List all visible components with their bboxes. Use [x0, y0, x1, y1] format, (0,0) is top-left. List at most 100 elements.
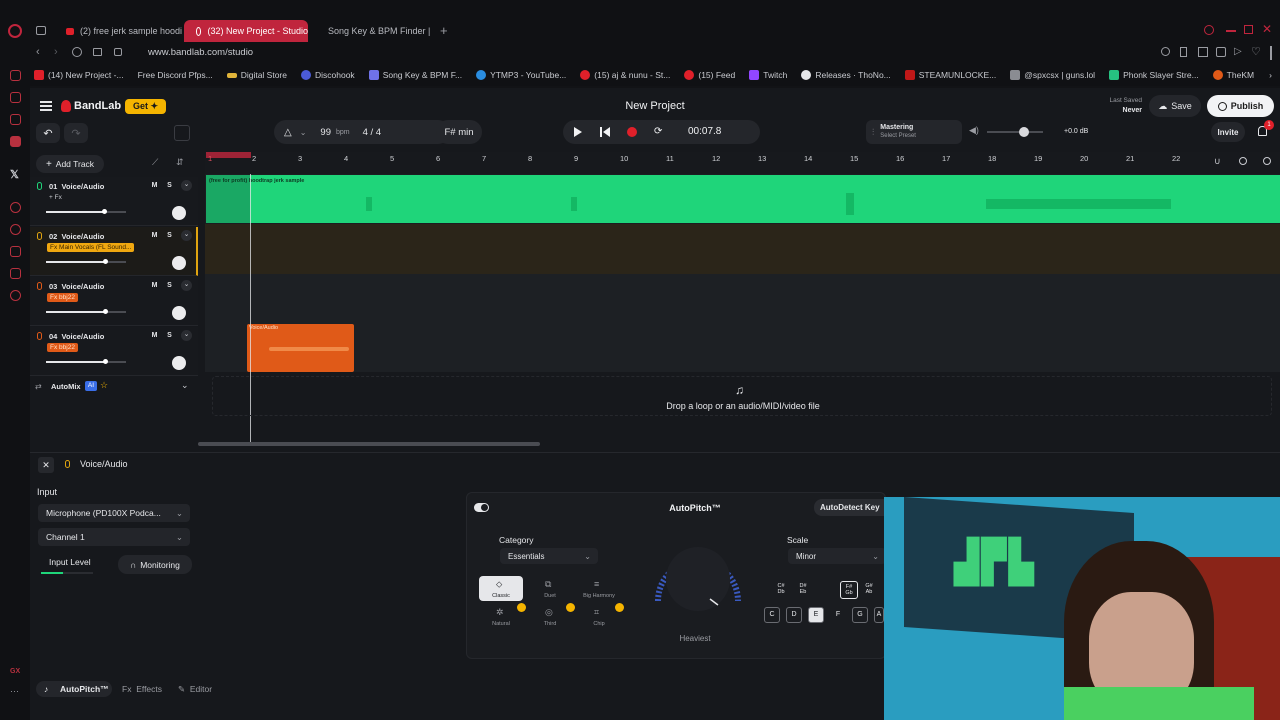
tab-songkey[interactable]: Song Key & BPM Finder | T: [310, 20, 432, 42]
bookmark-12[interactable]: Phonk Slayer Stre...: [1109, 70, 1199, 80]
bookmark-6[interactable]: (15) aj & nunu - St...: [580, 70, 670, 80]
bookmark-11[interactable]: @spxcsx | guns.lol: [1010, 70, 1095, 80]
lane-04[interactable]: [205, 324, 1280, 372]
sidebar-gx-label[interactable]: GX: [10, 668, 20, 675]
undo-button[interactable]: ↶: [36, 123, 60, 143]
volume-handle[interactable]: [101, 209, 107, 214]
audio-clip-sample[interactable]: (free for profit) hoodtrap jerk sample: [206, 175, 1280, 223]
volume-slider[interactable]: [46, 359, 126, 364]
track-chevron-icon[interactable]: ⌄: [181, 230, 192, 241]
track-chevron-icon[interactable]: ⌄: [181, 280, 192, 291]
sidebar-player-icon[interactable]: [10, 202, 21, 213]
skip-back-icon[interactable]: [600, 127, 602, 137]
solo-button[interactable]: S: [164, 332, 175, 342]
add-track-button[interactable]: + Add Track: [36, 155, 104, 173]
bookmark-7[interactable]: (15) Feed: [684, 70, 735, 80]
invite-button[interactable]: Invite: [1211, 122, 1245, 142]
volume-slider[interactable]: [46, 209, 126, 214]
page-icon[interactable]: [93, 48, 102, 56]
zoom-in-icon[interactable]: [1263, 157, 1271, 165]
reload-icon[interactable]: [72, 47, 82, 57]
mute-button[interactable]: M: [149, 332, 160, 342]
channel-dropdown[interactable]: Channel 1 ⌄: [38, 528, 190, 546]
time-display[interactable]: 00:07.8: [688, 126, 721, 137]
url-text[interactable]: www.bandlab.com/studio: [148, 47, 253, 58]
bookmark-1[interactable]: Free Discord Pfps...: [138, 70, 213, 80]
solo-button[interactable]: S: [164, 282, 175, 292]
heaviness-knob[interactable]: [646, 539, 750, 619]
bookmark-13[interactable]: TheKM: [1212, 70, 1254, 80]
solo-button[interactable]: S: [164, 232, 175, 242]
key-a[interactable]: A: [874, 607, 884, 623]
loop-region[interactable]: [206, 152, 251, 158]
lane-03[interactable]: [205, 274, 1280, 324]
maximize-icon[interactable]: [1244, 25, 1253, 34]
bookmark-5[interactable]: YTMP3 - YouTube...: [476, 70, 566, 80]
favorite-icon[interactable]: ♡: [1251, 45, 1261, 58]
pan-knob[interactable]: [172, 306, 186, 320]
brand-name[interactable]: BandLab: [74, 100, 121, 112]
snapshot-icon[interactable]: [1198, 47, 1208, 57]
zoom-out-icon[interactable]: [1239, 157, 1247, 165]
pan-knob[interactable]: [172, 256, 186, 270]
option-classic[interactable]: ⬦ Classic: [479, 576, 523, 601]
get-membership-button[interactable]: Get ✦: [125, 99, 167, 114]
bookmarks-more-icon[interactable]: ›: [1269, 70, 1272, 80]
key-g[interactable]: G: [852, 607, 868, 623]
bookmark-0[interactable]: (14) New Project -...: [34, 70, 124, 80]
pan-knob[interactable]: [172, 206, 186, 220]
sidebar-download-icon[interactable]: [10, 246, 21, 257]
player-icon[interactable]: ▷: [1234, 46, 1242, 57]
loop-button[interactable]: ⟳: [654, 126, 662, 137]
back-icon[interactable]: ‹: [36, 46, 40, 58]
metronome-chevron-icon[interactable]: ⌄: [300, 128, 307, 137]
bookmark-10[interactable]: STEAMUNLOCKE...: [904, 70, 996, 80]
key-c[interactable]: C: [764, 607, 780, 623]
close-window-icon[interactable]: ✕: [1262, 22, 1272, 36]
easy-setup-icon[interactable]: [1270, 46, 1272, 60]
volume-handle[interactable]: [103, 309, 109, 314]
key-d[interactable]: D: [786, 607, 802, 623]
key-c-sharp[interactable]: C# Db: [774, 583, 788, 595]
fx-tag[interactable]: Fx bbj22: [47, 293, 78, 302]
horizontal-scrollbar[interactable]: [198, 442, 540, 446]
metronome-icon[interactable]: △: [284, 127, 292, 138]
sidebar-messenger-icon[interactable]: [10, 114, 21, 125]
bookmark-icon[interactable]: [1180, 47, 1187, 57]
audio-clip-vocal[interactable]: Voice/Audio: [247, 324, 354, 372]
key-f[interactable]: F: [830, 607, 846, 623]
sidebar-extensions-icon[interactable]: [10, 268, 21, 279]
option-duet[interactable]: ⧉ Duet: [528, 576, 572, 601]
redo-button[interactable]: ↷: [64, 123, 88, 143]
bookmark-4[interactable]: Song Key & BPM F...: [368, 70, 462, 80]
bandlab-logo-icon[interactable]: [61, 100, 71, 112]
track-01[interactable]: 01 Voice/Audio + Fx M S ⌄: [30, 177, 198, 226]
bpm-value[interactable]: 99: [320, 127, 331, 138]
time-signature[interactable]: 4 / 4: [363, 127, 382, 138]
track-chevron-icon[interactable]: ⌄: [181, 180, 192, 191]
track-03[interactable]: 03 Voice/Audio Fx bbj22 M S ⌄: [30, 277, 198, 326]
fx-tag[interactable]: Fx Main Vocals (FL Sound...: [47, 243, 135, 252]
master-volume-slider[interactable]: [987, 131, 1043, 133]
menu-icon[interactable]: [40, 101, 52, 111]
bookmark-2[interactable]: Digital Store: [226, 70, 287, 80]
key-g-sharp[interactable]: G# Ab: [862, 583, 876, 595]
solo-button[interactable]: S: [164, 182, 175, 192]
volume-handle[interactable]: [103, 359, 109, 364]
opera-logo-icon[interactable]: [8, 24, 22, 38]
search-tabs-icon[interactable]: [1204, 25, 1214, 35]
autodetect-key-button[interactable]: AutoDetect Key: [814, 499, 886, 516]
skip-back-button[interactable]: [603, 127, 610, 137]
keyboard-icon[interactable]: [174, 125, 190, 141]
bookmark-8[interactable]: Twitch: [749, 70, 787, 80]
automix-row[interactable]: ⇄ AutoMix AI ☆ ⌄: [30, 378, 198, 396]
tab-effects[interactable]: Fx Effects: [122, 684, 162, 694]
sidebar-aria-icon[interactable]: [10, 70, 21, 81]
tuning-fork-icon[interactable]: ⟋: [152, 157, 158, 168]
bookmark-9[interactable]: Releases · ThoNo...: [801, 70, 891, 80]
play-button[interactable]: [574, 127, 582, 137]
magnet-icon[interactable]: ∪: [1214, 156, 1221, 167]
tab-editor[interactable]: ✎ Editor: [178, 684, 212, 695]
wallet-icon[interactable]: [1216, 47, 1226, 57]
sidebar-music-icon[interactable]: [10, 136, 21, 147]
